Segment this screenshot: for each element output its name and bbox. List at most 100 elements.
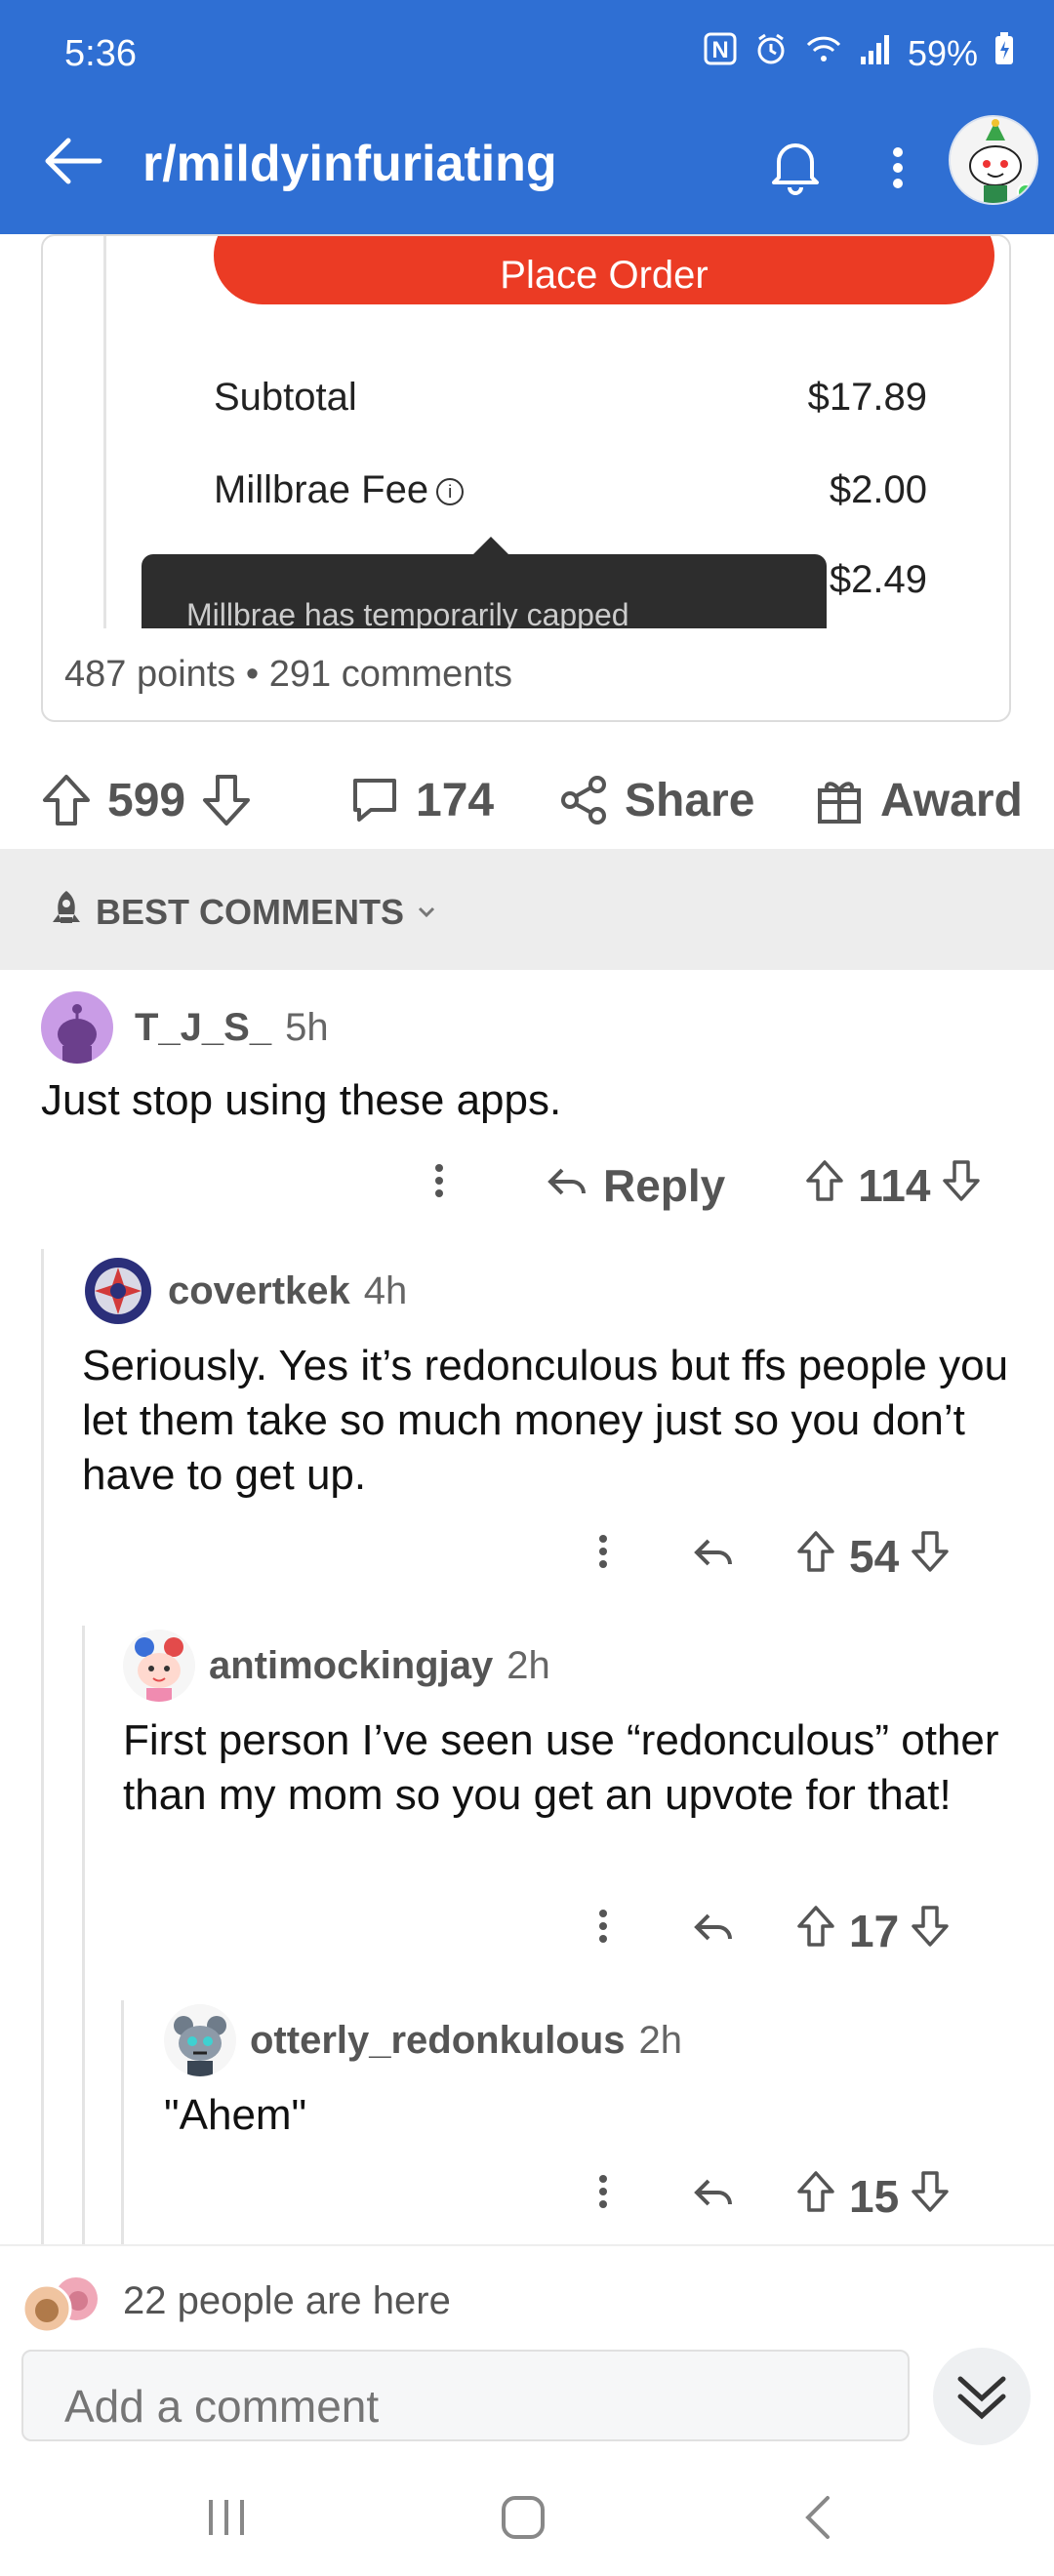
place-order-button: Place Order [214,236,994,304]
share-button[interactable]: Share [556,751,754,849]
more-options-icon[interactable] [429,1156,468,1216]
back-arrow-icon[interactable] [39,127,107,195]
downvote-icon[interactable] [199,771,254,829]
comment-actions: 54 [593,1522,952,1590]
downvote-icon[interactable] [940,1156,983,1216]
reply-label: Reply [603,1160,726,1211]
comment-header: antimockingjay 2h [123,1630,550,1702]
thread-line [121,2000,124,2244]
award-button[interactable]: Award [812,751,1023,849]
comment-actions: 15 [593,2162,952,2231]
comment-score: 15 [849,2171,900,2222]
avatar[interactable] [164,2004,236,2076]
home-icon[interactable] [494,2488,552,2552]
vote-group: 599 [39,751,254,849]
svg-text:N: N [711,37,728,63]
comment-body: Just stop using these apps. [41,1076,562,1124]
nfc-icon: N [703,31,738,75]
comment-body: Seriously. Yes it’s redonculous but ffs … [82,1342,1009,1499]
more-vert-icon[interactable] [878,133,917,201]
chevron-down-icon [414,892,439,933]
avatar[interactable] [123,1630,195,1702]
comment-time: 4h [363,1268,408,1312]
downvote-icon[interactable] [909,1902,952,1961]
post-image-card[interactable]: Place Order Subtotal $17.89 Millbrae Fee… [41,234,1011,722]
upvote-icon[interactable] [794,2167,837,2227]
award-label: Award [880,774,1023,826]
extra-fee-value: $2.49 [829,558,927,601]
comment-score: 114 [858,1160,931,1211]
reply-button[interactable]: Reply [545,1159,725,1212]
signal-icon [859,31,892,75]
post-image: Place Order Subtotal $17.89 Millbrae Fee… [103,236,1009,628]
comment-bubble-icon [347,773,402,827]
downvote-icon[interactable] [909,1527,952,1587]
thread-line [82,1626,85,2244]
comments-button[interactable]: 174 [347,751,494,849]
avatar[interactable] [41,991,113,1064]
comment-time: 2h [638,2018,683,2062]
more-options-icon[interactable] [593,1527,632,1587]
alarm-icon [753,31,789,75]
comment-count: 174 [416,774,495,826]
gift-icon [812,773,867,827]
comment-body: First person I’ve seen use “redonculous”… [123,1716,999,1819]
upvote-icon[interactable] [803,1156,846,1216]
rocket-icon [47,888,86,936]
share-icon [556,773,611,827]
upvote-icon[interactable] [39,771,94,829]
fee-tooltip: Millbrae has temporarily capped [142,537,827,628]
collapse-comments-button[interactable] [933,2348,1031,2445]
comment-time: 2h [507,1643,550,1687]
user-avatar[interactable] [949,115,1038,205]
reply-icon[interactable] [691,1905,734,1957]
subreddit-title[interactable]: r/mildyinfuriating [142,135,557,193]
sort-label: BEST COMMENTS [96,891,405,932]
online-status-dot [1017,183,1034,201]
comment-actions: 17 [593,1897,952,1965]
comment-score: 17 [849,1906,900,1956]
more-options-icon[interactable] [593,2167,632,2227]
sort-dropdown[interactable]: BEST COMMENTS [47,888,439,936]
presence-text: 22 people are here [123,2279,451,2322]
comment-username[interactable]: otterly_redonkulous [250,2019,626,2063]
status-icons: N 59% [703,31,1015,75]
system-nav-bar [0,2459,1054,2576]
post-action-bar: 599 174 Share Award [0,751,1054,849]
back-icon[interactable] [790,2488,849,2552]
fee-label: Millbrae Fee i [214,468,465,512]
reply-icon [545,1159,588,1212]
share-label: Share [625,774,755,826]
comment-header: covertkek 4h [82,1255,407,1327]
upvote-icon[interactable] [794,1902,837,1961]
downvote-icon[interactable] [909,2167,952,2227]
recents-icon[interactable] [199,2488,254,2552]
subtotal-label: Subtotal [214,376,357,419]
status-time: 5:36 [64,33,137,74]
info-icon: i [436,478,465,506]
comment-username[interactable]: antimockingjay [209,1644,493,1688]
comment-username[interactable]: covertkek [168,1269,350,1313]
post-meta: 487 points • 291 comments [64,654,513,695]
comment-time: 5h [285,1005,329,1049]
double-chevron-down-icon [957,2376,1006,2420]
more-options-icon[interactable] [593,1902,632,1961]
thread-line [41,1249,44,2244]
comment-actions: Reply 114 [429,1151,983,1220]
reply-icon[interactable] [691,1530,734,1583]
battery-percent: 59% [907,32,978,73]
fee-value: $2.00 [829,468,927,511]
comment-header: T_J_S_ 5h [41,991,329,1064]
comment-score: 54 [849,1531,900,1582]
comment-header: otterly_redonkulous 2h [164,2004,682,2076]
avatar[interactable] [82,1255,154,1327]
wifi-icon [804,31,843,75]
sort-bar: BEST COMMENTS [0,849,1054,970]
comment-username[interactable]: T_J_S_ [135,1006,271,1050]
app-header: 5:36 N 59% r/mildyinfuriating [0,0,1054,234]
upvote-icon[interactable] [794,1527,837,1587]
upvote-count: 599 [107,774,186,826]
bell-icon[interactable] [761,131,830,199]
comment-input[interactable] [21,2350,910,2441]
reply-icon[interactable] [691,2170,734,2223]
